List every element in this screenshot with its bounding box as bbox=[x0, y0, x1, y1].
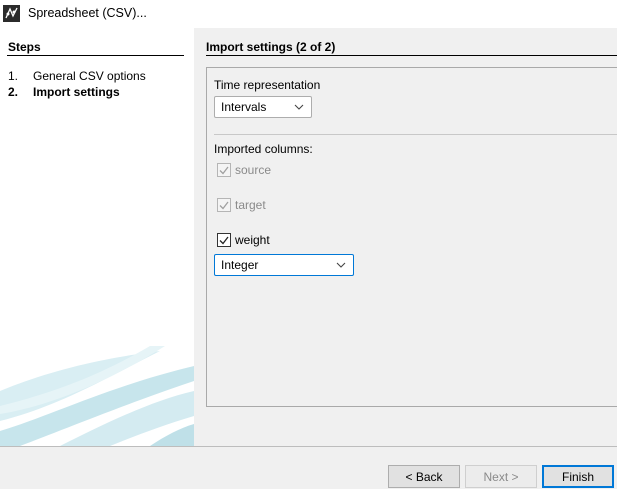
chevron-down-icon bbox=[291, 104, 307, 110]
checkbox-label: weight bbox=[235, 233, 270, 247]
page-title: Import settings (2 of 2) bbox=[206, 40, 336, 54]
steps-panel: Steps 1. General CSV options 2. Import s… bbox=[0, 28, 194, 446]
time-representation-value: Intervals bbox=[221, 100, 267, 114]
step-number: 1. bbox=[8, 69, 19, 83]
decorative-swoosh bbox=[0, 346, 194, 446]
footer-divider bbox=[0, 446, 617, 447]
step-general-csv-options: 1. General CSV options bbox=[8, 69, 146, 83]
back-button[interactable]: < Back bbox=[388, 465, 460, 488]
time-representation-label: Time representation bbox=[214, 78, 321, 92]
column-weight-checkbox[interactable]: weight bbox=[217, 233, 270, 247]
checkbox-label: source bbox=[235, 163, 272, 177]
checkbox-box[interactable] bbox=[217, 233, 231, 247]
weight-type-select[interactable]: Integer bbox=[214, 254, 354, 276]
title-bar: Spreadsheet (CSV)... bbox=[0, 0, 617, 28]
step-import-settings: 2. Import settings bbox=[8, 85, 120, 99]
steps-divider bbox=[7, 55, 184, 56]
column-source-checkbox[interactable]: source bbox=[217, 163, 271, 177]
checkbox-label: target bbox=[235, 198, 266, 212]
section-divider bbox=[214, 134, 617, 135]
weight-type-value: Integer bbox=[221, 258, 259, 272]
imported-columns-label: Imported columns: bbox=[214, 142, 313, 156]
step-number: 2. bbox=[8, 85, 19, 99]
steps-title: Steps bbox=[8, 40, 41, 54]
finish-button[interactable]: Finish bbox=[542, 465, 614, 488]
checkmark-icon bbox=[219, 166, 229, 174]
column-target-checkbox[interactable]: target bbox=[217, 198, 266, 212]
step-label: General CSV options bbox=[33, 69, 146, 83]
checkbox-box[interactable] bbox=[217, 163, 231, 177]
next-button[interactable]: Next > bbox=[465, 465, 537, 488]
checkmark-icon bbox=[219, 236, 229, 244]
chevron-down-icon bbox=[333, 262, 349, 268]
checkmark-icon bbox=[219, 201, 229, 209]
checkbox-box[interactable] bbox=[217, 198, 231, 212]
window-title: Spreadsheet (CSV)... bbox=[28, 6, 147, 20]
title-divider bbox=[206, 55, 617, 56]
time-representation-select[interactable]: Intervals bbox=[214, 96, 312, 118]
step-label: Import settings bbox=[33, 85, 120, 99]
app-icon bbox=[3, 5, 20, 22]
